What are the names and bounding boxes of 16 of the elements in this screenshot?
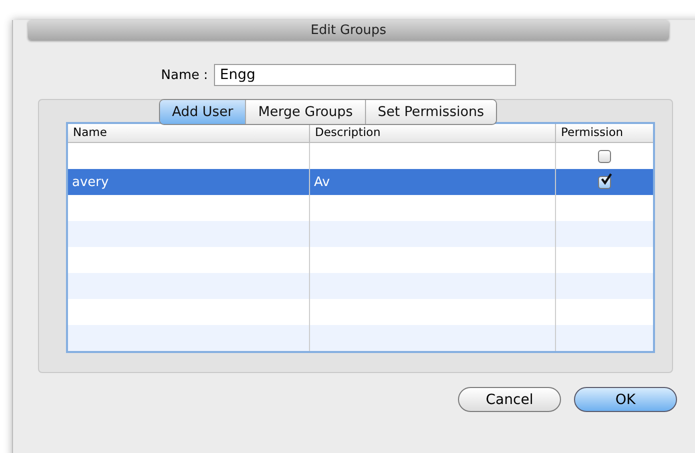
column-header[interactable]: Description [310, 124, 556, 142]
checkbox[interactable] [598, 176, 611, 188]
table-cell: avery [72, 174, 109, 190]
tab[interactable]: Add User [160, 100, 246, 124]
cancel-button[interactable]: Cancel [458, 387, 561, 412]
name-label: Name : [161, 68, 208, 82]
column-header[interactable]: Permission [556, 124, 653, 142]
table-cell: Av [314, 174, 330, 190]
checkbox[interactable] [598, 150, 611, 162]
tab[interactable]: Set Permissions [366, 100, 496, 124]
tab[interactable]: Merge Groups [246, 100, 366, 124]
ok-button[interactable]: OK [574, 387, 677, 412]
table-row[interactable]: avery Av [68, 169, 653, 195]
window-title: Edit Groups [310, 22, 386, 38]
name-field[interactable]: Engg [214, 64, 516, 86]
column-header[interactable]: Name [68, 124, 310, 142]
